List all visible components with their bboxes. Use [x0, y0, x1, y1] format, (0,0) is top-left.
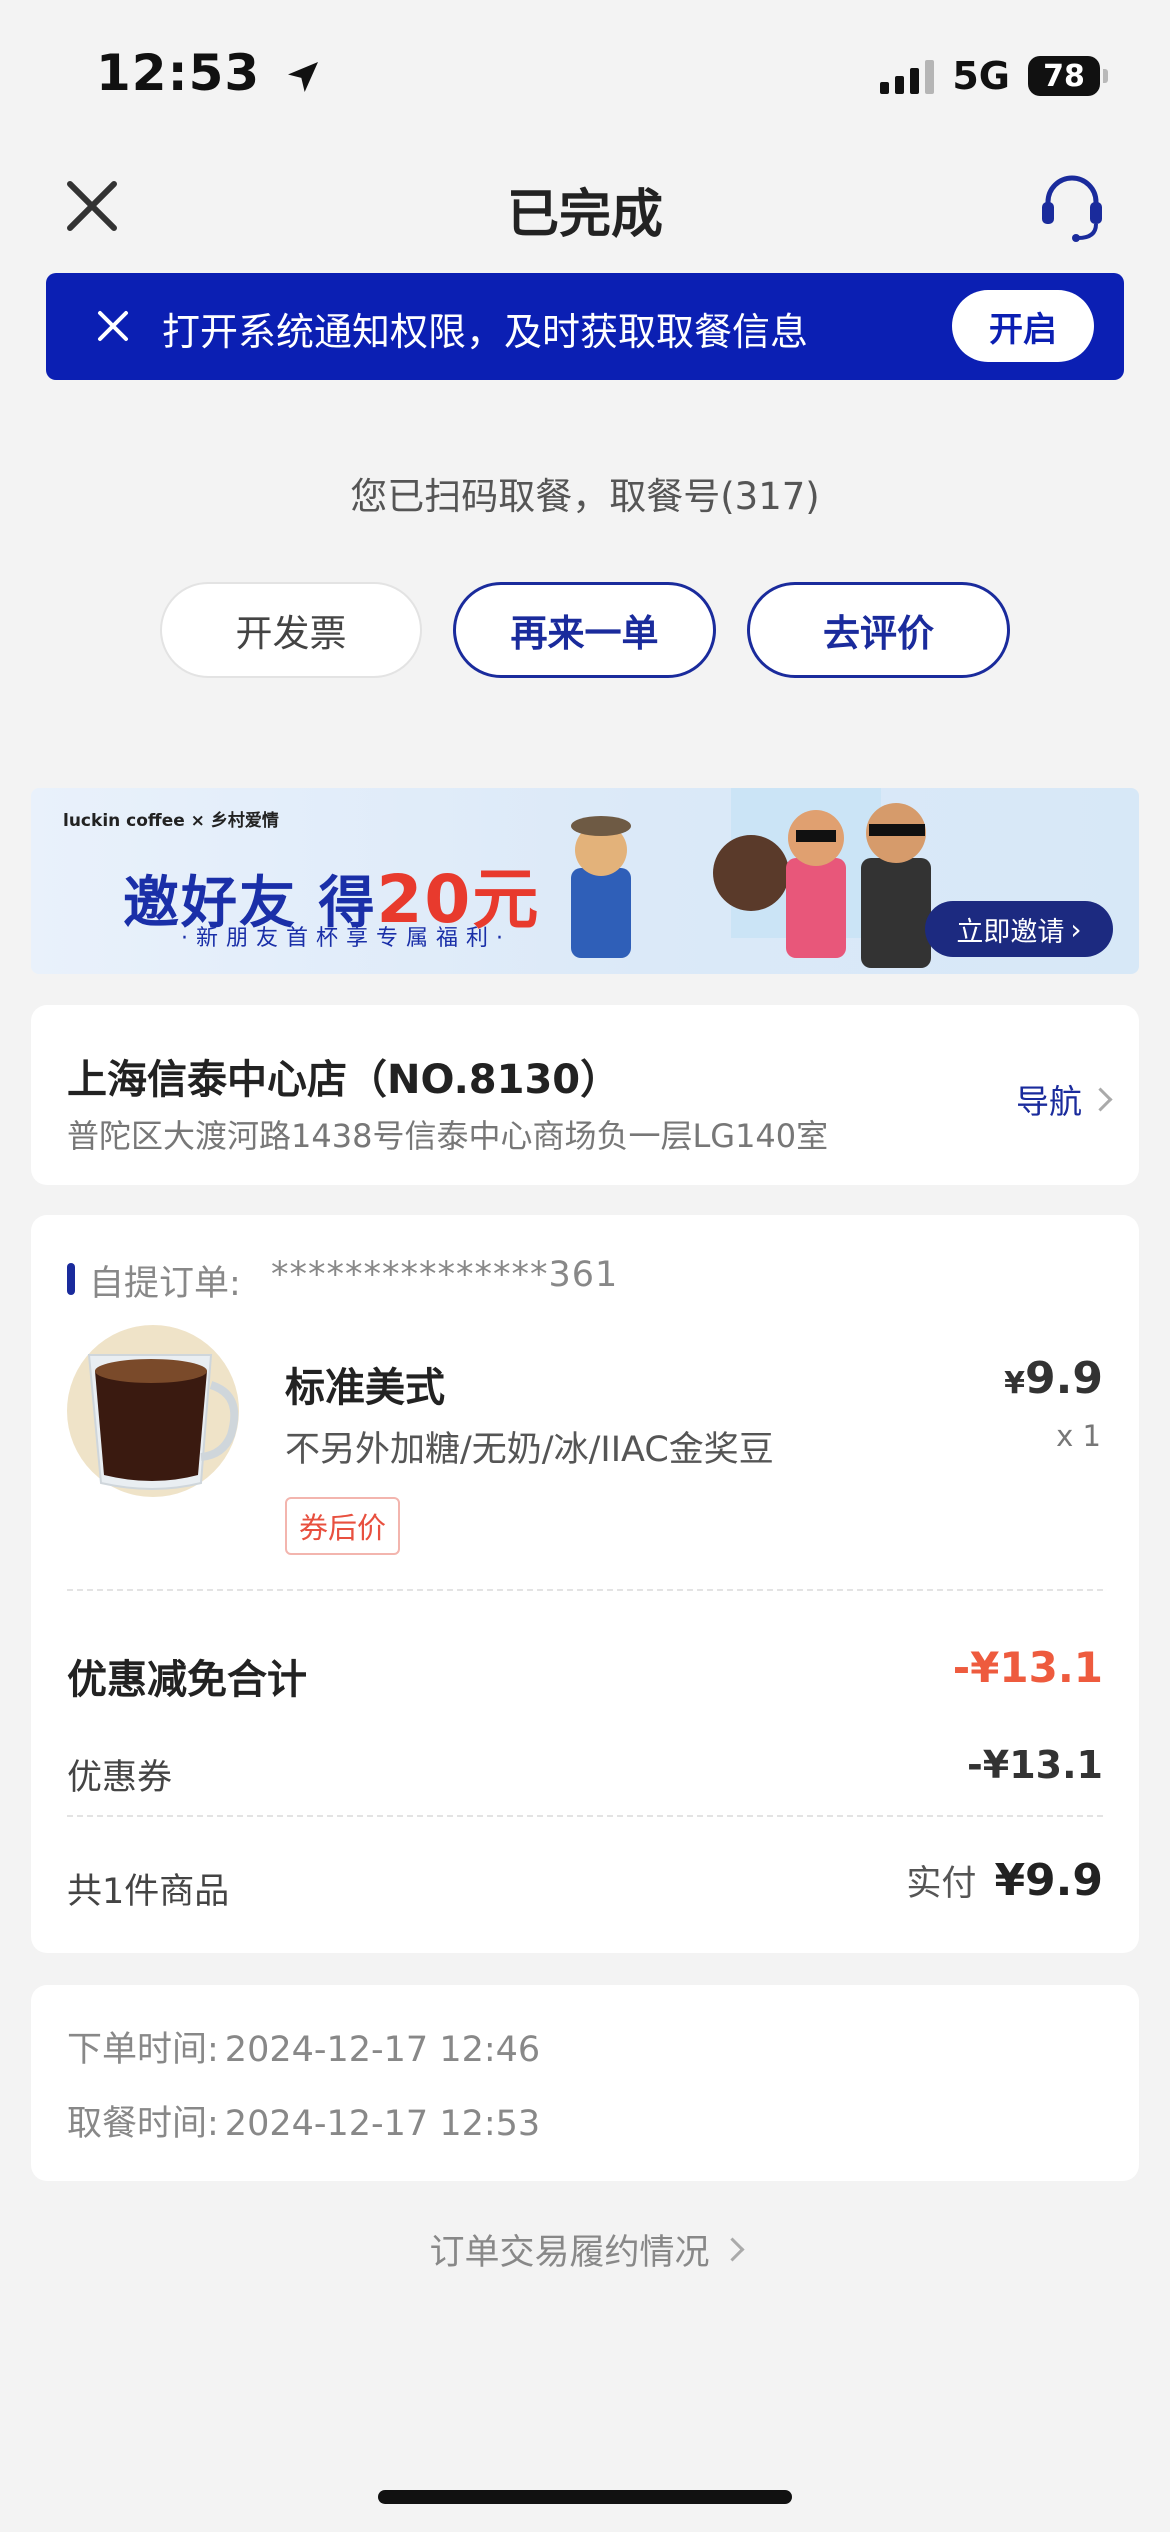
coupon-label: 优惠券: [67, 1758, 173, 1798]
after-coupon-price-tag: 券后价: [285, 1497, 401, 1555]
status-indicators: 5G 78: [880, 54, 1108, 98]
store-address: 普陀区大渡河路1438号信泰中心商场负一层LG140室: [67, 1117, 829, 1155]
location-arrow-icon: [287, 61, 318, 92]
americano-product-image: [67, 1325, 239, 1497]
item-price: ¥9.9: [1004, 1353, 1103, 1404]
order-time-value: 2024-12-17 12:46: [224, 2030, 541, 2070]
reorder-button[interactable]: 再来一单: [453, 582, 716, 678]
order-card: 自提订单: ***************361 标准美式 不另外加糖/无奶/冰…: [31, 1215, 1139, 1953]
coupon-value: -¥13.1: [967, 1743, 1103, 1787]
paid-amount: 实付 ¥9.9: [906, 1855, 1103, 1906]
battery-icon: 78: [1028, 56, 1108, 96]
network-type: 5G: [952, 54, 1010, 98]
promo-subtitle: ·新朋友首杯享专属福利·: [181, 926, 511, 951]
page-title: 已完成: [506, 185, 663, 245]
review-button[interactable]: 去评价: [747, 582, 1010, 678]
store-card: 上海信泰中心店（NO.8130） 普陀区大渡河路1438号信泰中心商场负一层LG…: [31, 1005, 1139, 1185]
divider: [67, 1589, 1103, 1591]
pickup-time-row: 取餐时间: 2024-12-17 12:53: [67, 2095, 540, 2146]
pickup-time-value: 2024-12-17 12:53: [224, 2104, 541, 2144]
invite-button[interactable]: 立即邀请 ›: [925, 901, 1113, 957]
item-count: 共1件商品: [67, 1872, 230, 1912]
status-time: 12:53: [96, 44, 323, 102]
banner-close-icon[interactable]: [90, 303, 136, 349]
order-label-marker: [67, 1263, 75, 1295]
invite-button-label: 立即邀请: [956, 916, 1065, 948]
order-time-row: 下单时间: 2024-12-17 12:46: [67, 2021, 540, 2072]
navigation-label: 导航: [1016, 1082, 1082, 1121]
notification-banner: 打开系统通知权限，及时获取取餐信息 开启: [46, 273, 1124, 380]
enable-notifications-button[interactable]: 开启: [952, 290, 1094, 362]
chevron-right-icon: [1088, 1086, 1113, 1112]
paid-label: 实付: [906, 1864, 977, 1904]
item-price-value: 9.9: [1025, 1353, 1103, 1404]
order-time-card: 下单时间: 2024-12-17 12:46 取餐时间: 2024-12-17 12…: [31, 1985, 1139, 2181]
signal-icon: [880, 58, 935, 94]
fulfilment-link[interactable]: 订单交易履约情况: [0, 2224, 1170, 2275]
discount-total-label: 优惠减免合计: [67, 1657, 307, 1703]
pickup-time-label: 取餐时间:: [67, 2104, 219, 2144]
currency-symbol: ¥: [1004, 1366, 1026, 1401]
pickup-number-info: 您已扫码取餐，取餐号(317): [350, 475, 820, 518]
promo-figures-illustration: [571, 788, 931, 968]
invoice-button[interactable]: 开发票: [160, 582, 422, 678]
order-type-label: 自提订单:: [89, 1264, 241, 1304]
chevron-right-icon: [719, 2237, 745, 2262]
item-name: 标准美式: [285, 1365, 445, 1411]
order-number: ***************361: [271, 1255, 619, 1295]
item-spec: 不另外加糖/无奶/冰/IIAC金奖豆: [285, 1430, 774, 1470]
promo-brand: luckin coffee × 乡村爱情: [63, 811, 279, 831]
promo-banner[interactable]: luckin coffee × 乡村爱情 邀好友 得20元 ·新朋友首杯享专属福…: [31, 788, 1139, 974]
home-indicator[interactable]: [378, 2490, 792, 2504]
battery-level: 78: [1043, 58, 1085, 94]
item-quantity: x 1: [1056, 1419, 1101, 1453]
discount-total-value: -¥13.1: [952, 1643, 1103, 1692]
store-name: 上海信泰中心店（NO.8130）: [67, 1057, 621, 1103]
divider: [67, 1815, 1103, 1817]
customer-service-icon[interactable]: [1034, 168, 1110, 244]
chevron-right-icon: ›: [1070, 912, 1082, 946]
paid-value: ¥9.9: [994, 1855, 1103, 1906]
fulfilment-link-label: 订单交易履约情况: [429, 2233, 710, 2273]
order-time-label: 下单时间:: [67, 2030, 219, 2070]
status-time-text: 12:53: [96, 44, 261, 102]
notification-text: 打开系统通知权限，及时获取取餐信息: [162, 310, 809, 354]
navigation-link[interactable]: 导航: [1016, 1075, 1113, 1123]
